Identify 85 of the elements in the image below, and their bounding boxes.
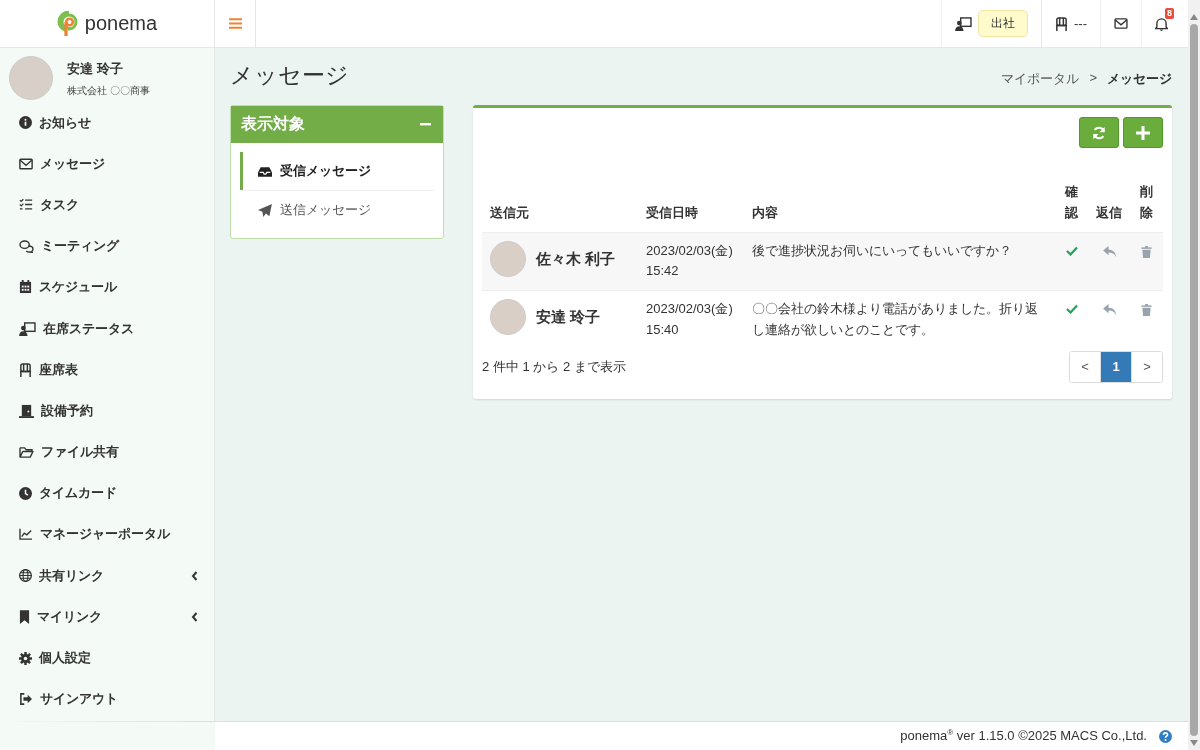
attendance-status-badge[interactable]: 出社: [978, 10, 1028, 37]
footer-copyright: ponema$^{®}$ ver 1.15.0 ©2025 MACS Co.,Ltd.: [900, 728, 1147, 744]
sign-out-icon: [19, 693, 33, 706]
pagination-link[interactable]: >: [1131, 351, 1162, 382]
sidebar-item[interactable]: 在席ステータス: [0, 307, 214, 350]
envelope-icon: [19, 157, 33, 170]
person-at-desk-icon: [19, 321, 36, 336]
sidebar-item[interactable]: ファイル共有: [0, 431, 214, 473]
door-icon: [19, 403, 34, 418]
filter-item[interactable]: 送信メッセージ: [240, 190, 434, 229]
message-content: 〇〇会社の鈴木様より電話がありました。折り返し連絡が欲しいとのことです。: [752, 300, 1039, 339]
menu-icon[interactable]: [228, 18, 242, 29]
sidebar-item[interactable]: 設備予約: [0, 390, 214, 432]
chair-icon: [19, 362, 32, 377]
breadcrumb-item[interactable]: マイポータル: [1001, 69, 1080, 88]
breadcrumb-item: メッセージ: [1107, 69, 1172, 88]
sidebar-item[interactable]: マイリンク: [0, 596, 214, 638]
message-content: 後で進捗状況お伺いにいってもいいですか？: [752, 241, 1013, 260]
pagination-summary: 2 件中 1 から 2 まで表示: [482, 357, 626, 376]
chat-bubbles-icon: [19, 239, 34, 253]
sidebar-item[interactable]: タスク: [0, 184, 214, 226]
clock-icon: [19, 486, 32, 500]
refresh-icon: [1092, 125, 1106, 140]
scroll-up-icon[interactable]: [1190, 14, 1198, 20]
collapse-icon[interactable]: [420, 123, 431, 126]
refresh-button[interactable]: [1079, 117, 1119, 148]
filter-item[interactable]: 受信メッセージ: [240, 152, 434, 190]
notification-count-badge: 8: [1165, 8, 1174, 19]
folder-icon: [19, 446, 34, 459]
company-name: 株式会社 〇〇商事: [67, 84, 150, 98]
avatar-placeholder: [490, 299, 526, 336]
sidebar-item[interactable]: 座席表: [0, 349, 214, 391]
help-icon[interactable]: [1159, 729, 1172, 743]
sidebar-item[interactable]: ミーティング: [0, 225, 214, 267]
plus-icon: [1136, 125, 1150, 140]
received-time: 15:42: [646, 262, 680, 281]
column-header: 内容: [744, 182, 1055, 233]
received-date: 2023/02/03(金): [646, 300, 734, 319]
chevron-left-icon: [191, 611, 198, 622]
avatar-placeholder: [490, 240, 526, 277]
chair-icon[interactable]: [1055, 16, 1068, 31]
sidebar-item[interactable]: お知らせ: [0, 102, 214, 144]
checklist-icon: [19, 198, 33, 212]
column-header: 削除: [1130, 182, 1163, 233]
sidebar-item[interactable]: サインアウト: [0, 678, 214, 720]
sidebar-item[interactable]: 共有リンク: [0, 555, 214, 597]
column-header: 返信: [1088, 182, 1130, 233]
received-time: 15:40: [646, 321, 680, 339]
inbox-tray-icon: [258, 165, 272, 177]
avatar-placeholder: [9, 56, 53, 100]
logo-text: ponema: [84, 12, 158, 35]
line-chart-icon: [19, 528, 33, 541]
sidebar-item[interactable]: スケジュール: [0, 266, 214, 308]
trash-icon[interactable]: [1141, 304, 1152, 317]
sidebar-item[interactable]: メッセージ: [0, 143, 214, 185]
sender-name: 安達 玲子: [536, 307, 601, 328]
seat-value: ---: [1074, 16, 1087, 31]
calendar-icon: [19, 280, 32, 295]
bookmark-icon: [19, 609, 30, 624]
panel-title: 表示対象: [241, 114, 305, 134]
reply-icon[interactable]: [1102, 245, 1116, 257]
trash-icon[interactable]: [1141, 245, 1152, 258]
column-header: 送信元: [482, 182, 638, 233]
scroll-down-icon[interactable]: [1190, 740, 1198, 746]
envelope-icon[interactable]: [1114, 18, 1128, 29]
sidebar-item[interactable]: 個人設定: [0, 637, 214, 679]
person-at-desk-icon[interactable]: [955, 16, 972, 31]
user-name: 安達 玲子: [67, 60, 124, 78]
sidebar-item[interactable]: マネージャーポータル: [0, 513, 214, 556]
breadcrumb-separator: >: [1089, 69, 1097, 87]
reply-icon[interactable]: [1102, 304, 1116, 316]
globe-icon: [19, 569, 32, 583]
column-header: 確認: [1055, 182, 1088, 233]
bell-icon[interactable]: [1155, 16, 1168, 31]
sender-name: 佐々木 利子: [536, 248, 616, 269]
add-button[interactable]: [1123, 117, 1163, 148]
sidebar-item[interactable]: タイムカード: [0, 472, 214, 514]
page-title: メッセージ: [230, 61, 349, 90]
column-header: 受信日時: [638, 182, 744, 233]
gear-icon: [19, 651, 32, 665]
chevron-left-icon: [191, 570, 198, 581]
received-date: 2023/02/03(金): [646, 241, 734, 260]
pagination-link[interactable]: 1: [1100, 351, 1131, 382]
paper-plane-icon: [258, 203, 272, 217]
info-icon: [19, 116, 32, 130]
